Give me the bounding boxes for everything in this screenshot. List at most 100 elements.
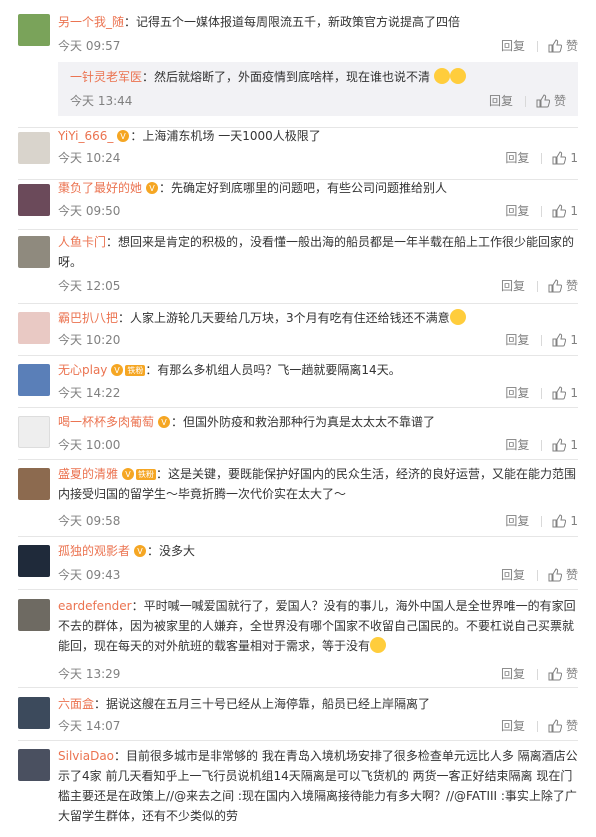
reply-button[interactable]: 回复 — [505, 513, 529, 529]
svg-text:V: V — [121, 132, 127, 141]
comment-actions: 回复 赞 — [501, 278, 578, 294]
username-link[interactable]: 无心play — [58, 363, 107, 377]
comment-body: ：没多大 — [147, 544, 196, 558]
thumbs-up-icon — [552, 333, 567, 347]
comment-actions: 回复 1 — [505, 203, 578, 219]
comment-actions: 回复 赞 — [501, 567, 578, 583]
comment-text: 盛夏的清雅 V 铁粉 ：这是关键，要既能保护好国内的民众生活，经济的良好运营，又能在能… — [58, 464, 578, 504]
like-count: 1 — [570, 333, 578, 347]
avatar[interactable] — [18, 416, 50, 448]
like-count: 赞 — [553, 94, 566, 108]
vip-badge-icon: V — [157, 415, 171, 429]
avatar[interactable] — [18, 236, 50, 268]
comment-item: YiYi_666_ V ：上海浦东机场 一天1000人极限了 今天 10:24 回复… — [0, 128, 596, 180]
like-button[interactable]: 赞 — [536, 93, 566, 109]
username-link[interactable]: YiYi_666_ — [58, 129, 113, 143]
comment-actions: 回复 1 — [505, 332, 578, 348]
avatar[interactable] — [18, 545, 50, 577]
reply-button[interactable]: 回复 — [501, 38, 525, 54]
username-link[interactable]: 孤独的观影者 — [58, 544, 130, 558]
like-button[interactable]: 赞 — [548, 666, 578, 682]
divider — [541, 334, 543, 346]
comment-text: 另一个我_随：记得五个一媒体报道每周限流五千，新政策官方说提高了四倍 — [58, 12, 578, 32]
reply-button[interactable]: 回复 — [505, 203, 529, 219]
thumbs-up-icon — [552, 438, 567, 452]
username-link[interactable]: 棗负了最好的她 — [58, 181, 142, 195]
username-link[interactable]: 盛夏的清雅 — [58, 467, 118, 481]
reply-button[interactable]: 回复 — [505, 332, 529, 348]
username-link[interactable]: 霸巴扒八把 — [58, 311, 118, 325]
reply-button[interactable]: 回复 — [501, 278, 525, 294]
like-count: 1 — [570, 514, 578, 528]
avatar[interactable] — [18, 184, 50, 216]
thumbs-up-icon — [552, 386, 567, 400]
vip-badge-icon: V — [116, 129, 130, 143]
avatar[interactable] — [18, 749, 50, 781]
avatar[interactable] — [18, 14, 50, 46]
like-count: 1 — [570, 151, 578, 165]
like-button[interactable]: 1 — [552, 203, 578, 219]
thumbs-up-icon — [552, 514, 567, 528]
cry-laugh-emoji-icon — [370, 637, 387, 653]
comment-text: 人鱼卡门：想回来是肯定的积极的，没看懂一般出海的船员都是一年半载在船上工作很少能… — [58, 232, 578, 272]
timestamp: 今天 09:58 — [58, 514, 121, 528]
like-count: 赞 — [565, 719, 578, 733]
comment-item: 无心play V 铁粉 ：有那么多机组人员吗？飞一趟就要隔离14天。 今天 14:22… — [0, 356, 596, 408]
avatar[interactable] — [18, 312, 50, 344]
like-button[interactable]: 赞 — [548, 38, 578, 54]
reply-button[interactable]: 回复 — [505, 437, 529, 453]
timestamp: 今天 13:29 — [58, 667, 121, 681]
timestamp: 今天 09:43 — [58, 568, 121, 582]
reply-button[interactable]: 回复 — [501, 718, 525, 734]
timestamp: 今天 10:00 — [58, 438, 121, 452]
comment-body: ：人家上游轮几天要给几万块，3个月有吃有住还给钱还不满意 — [118, 311, 450, 325]
comment-body: ：有那么多机组人员吗？飞一趟就要隔离14天。 — [145, 363, 401, 377]
like-count: 1 — [570, 438, 578, 452]
reply-button[interactable]: 回复 — [489, 93, 513, 109]
like-button[interactable]: 1 — [552, 437, 578, 453]
like-button[interactable]: 赞 — [548, 718, 578, 734]
username-link[interactable]: 喝一杯杯多肉葡萄 — [58, 415, 154, 429]
svg-text:V: V — [161, 418, 167, 427]
like-button[interactable]: 1 — [552, 385, 578, 401]
like-button[interactable]: 赞 — [548, 567, 578, 583]
reply-actions: 回复 赞 — [489, 93, 566, 109]
username-link[interactable]: SilviaDao — [58, 749, 114, 763]
comment-text: 喝一杯杯多肉葡萄 V ：但国外防疫和救治那种行为真是太太太不靠谱了 — [58, 412, 578, 432]
divider — [536, 668, 538, 680]
like-button[interactable]: 赞 — [548, 278, 578, 294]
username-link[interactable]: 一针灵老军医 — [70, 70, 142, 84]
comment-body: ：记得五个一媒体报道每周限流五千，新政策官方说提高了四倍 — [124, 15, 461, 29]
avatar[interactable] — [18, 599, 50, 631]
comment-item: 人鱼卡门：想回来是肯定的积极的，没看懂一般出海的船员都是一年半载在船上工作很少能… — [0, 230, 596, 304]
comment-actions: 回复 1 — [505, 437, 578, 453]
reply-button[interactable]: 回复 — [501, 567, 525, 583]
like-button[interactable]: 1 — [552, 513, 578, 529]
comment-body: ：平时喊一喊爱国就行了，爱国人？没有的事儿，海外中国人是全世界唯一的有家回不去的… — [58, 599, 576, 653]
comment-actions: 回复 赞 — [501, 718, 578, 734]
like-button[interactable]: 1 — [552, 150, 578, 166]
reply-button[interactable]: 回复 — [501, 666, 525, 682]
username-link[interactable]: 六面盒 — [58, 697, 94, 711]
avatar[interactable] — [18, 132, 50, 164]
username-link[interactable]: 人鱼卡门 — [58, 235, 106, 249]
svg-text:V: V — [137, 547, 143, 556]
username-link[interactable]: eardefender — [58, 599, 132, 613]
timestamp: 今天 10:20 — [58, 333, 121, 347]
comment-text: 六面盒：据说这艘在五月三十号已经从上海停靠，船员已经上岸隔离了 — [58, 694, 578, 714]
avatar[interactable] — [18, 697, 50, 729]
comment-text: 无心play V 铁粉 ：有那么多机组人员吗？飞一趟就要隔离14天。 — [58, 360, 578, 380]
comment-actions: 回复 1 — [505, 385, 578, 401]
avatar[interactable] — [18, 468, 50, 500]
avatar[interactable] — [18, 364, 50, 396]
username-link[interactable]: 另一个我_随 — [58, 15, 124, 29]
like-count: 1 — [570, 386, 578, 400]
comment-text: eardefender：平时喊一喊爱国就行了，爱国人？没有的事儿，海外中国人是全… — [58, 596, 578, 656]
reply-button[interactable]: 回复 — [505, 385, 529, 401]
divider — [536, 569, 538, 581]
like-button[interactable]: 1 — [552, 332, 578, 348]
timestamp: 今天 14:07 — [58, 719, 121, 733]
reply-button[interactable]: 回复 — [505, 150, 529, 166]
thumbs-up-icon — [548, 279, 562, 293]
comment-actions: 回复 1 — [505, 513, 578, 529]
